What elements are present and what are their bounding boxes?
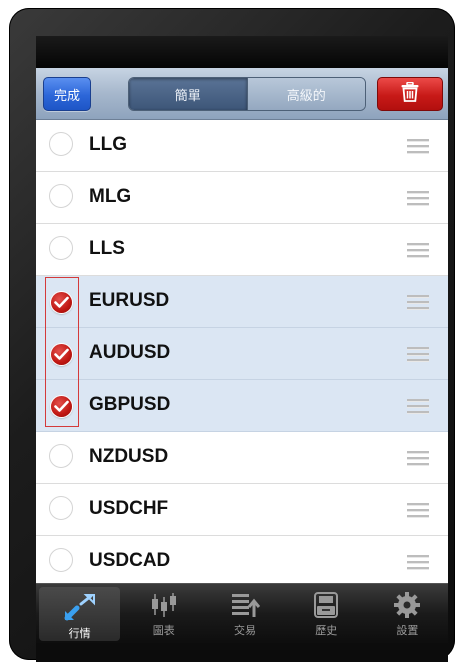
tab-label: 歷史 — [315, 625, 338, 637]
mode-segmented-control: 簡單 高級的 — [128, 77, 366, 111]
quotes-arrows-icon — [63, 593, 97, 623]
list-item[interactable]: USDCHF — [36, 484, 448, 536]
symbol-label: AUDUSD — [89, 342, 171, 363]
tab-label: 行情 — [68, 628, 91, 640]
checkmark-icon[interactable] — [51, 344, 72, 365]
radio-unchecked-icon[interactable] — [49, 184, 73, 208]
symbol-label: LLG — [89, 134, 127, 155]
list-item[interactable]: AUDUSD — [36, 328, 448, 380]
tab-label: 圖表 — [152, 625, 175, 637]
tab-label: 設置 — [396, 625, 419, 637]
list-item[interactable]: USDCAD — [36, 536, 448, 588]
checkmark-icon[interactable] — [51, 292, 72, 313]
tab-quotes[interactable]: 行情 — [39, 587, 121, 641]
tab-trade[interactable]: 交易 — [204, 584, 285, 644]
done-button[interactable]: 完成 — [43, 77, 91, 111]
radio-unchecked-icon[interactable] — [49, 236, 73, 260]
list-item[interactable]: LLG — [36, 120, 448, 172]
edit-toolbar: 完成 簡單 高級的 — [36, 68, 448, 120]
list-item[interactable]: GBPUSD — [36, 380, 448, 432]
app-screen: 完成 簡單 高級的 LLG MLG LLS EURUSD AUDUSD GBPU… — [36, 36, 448, 662]
tab-chart[interactable]: 圖表 — [123, 584, 204, 644]
gear-icon — [393, 590, 421, 620]
tab-label: 交易 — [234, 625, 256, 637]
symbol-label: USDCAD — [89, 550, 171, 571]
list-item[interactable]: NZDUSD — [36, 432, 448, 484]
list-item[interactable]: MLG — [36, 172, 448, 224]
status-bar — [36, 36, 448, 68]
candlestick-chart-icon — [150, 590, 178, 620]
reorder-handle-icon[interactable] — [407, 139, 429, 154]
segment-simple[interactable]: 簡單 — [129, 78, 248, 110]
tab-settings[interactable]: 設置 — [367, 584, 448, 644]
reorder-handle-icon[interactable] — [407, 503, 429, 518]
symbol-label: LLS — [89, 238, 125, 259]
reorder-handle-icon[interactable] — [407, 399, 429, 414]
device-frame: 完成 簡單 高級的 LLG MLG LLS EURUSD AUDUSD GBPU… — [9, 8, 455, 662]
radio-unchecked-icon[interactable] — [49, 132, 73, 156]
segment-advanced[interactable]: 高級的 — [247, 78, 365, 110]
symbol-label: MLG — [89, 186, 132, 207]
history-drawer-icon — [312, 590, 340, 620]
radio-unchecked-icon[interactable] — [49, 444, 73, 468]
symbol-label: USDCHF — [89, 498, 169, 519]
bottom-bezel — [36, 643, 448, 662]
reorder-handle-icon[interactable] — [407, 555, 429, 570]
symbol-label: EURUSD — [89, 290, 170, 311]
reorder-handle-icon[interactable] — [407, 451, 429, 466]
delete-button[interactable] — [377, 77, 443, 111]
symbol-label: NZDUSD — [89, 446, 169, 467]
tab-history[interactable]: 歷史 — [286, 584, 367, 644]
tab-bar: 行情 圖表 交易 歷史 設置 — [36, 583, 448, 644]
list-item[interactable]: LLS — [36, 224, 448, 276]
radio-unchecked-icon[interactable] — [49, 496, 73, 520]
radio-unchecked-icon[interactable] — [49, 548, 73, 572]
list-item[interactable]: EURUSD — [36, 276, 448, 328]
symbol-label: GBPUSD — [89, 394, 171, 415]
reorder-handle-icon[interactable] — [407, 347, 429, 362]
trade-list-icon — [230, 590, 260, 620]
reorder-handle-icon[interactable] — [407, 243, 429, 258]
trash-icon — [401, 81, 419, 107]
symbol-list: LLG MLG LLS EURUSD AUDUSD GBPUSD NZDUSD … — [36, 120, 448, 588]
reorder-handle-icon[interactable] — [407, 295, 429, 310]
reorder-handle-icon[interactable] — [407, 191, 429, 206]
checkmark-icon[interactable] — [51, 396, 72, 417]
